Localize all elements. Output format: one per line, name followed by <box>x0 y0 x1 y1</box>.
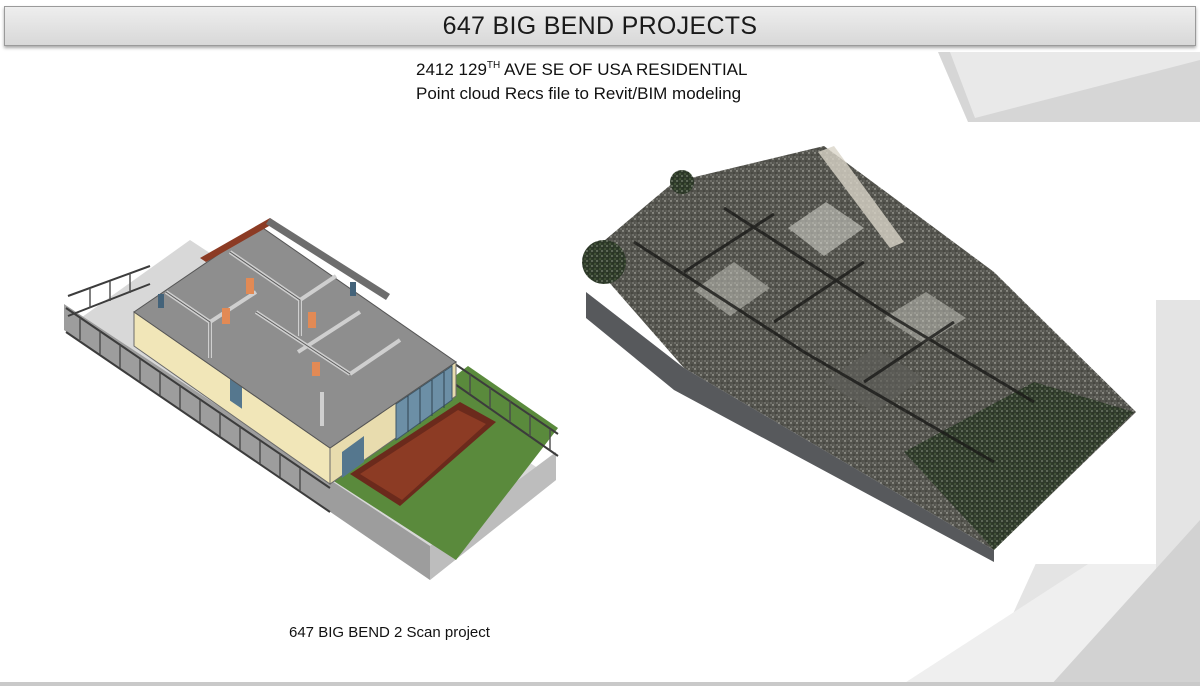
scan-project-caption: 647 BIG BEND 2 Scan project <box>289 624 490 641</box>
slide: 647 BIG BEND PROJECTS 2412 129TH AVE SE … <box>0 0 1200 686</box>
address-superscript: TH <box>486 60 501 71</box>
address-suffix: AVE SE OF USA RESIDENTIAL <box>500 60 748 79</box>
address-prefix: 2412 129 <box>416 60 487 79</box>
point-cloud-panel <box>574 122 1156 564</box>
project-subtitle: 2412 129TH AVE SE OF USA RESIDENTIAL Poi… <box>416 58 747 106</box>
address-line: 2412 129TH AVE SE OF USA RESIDENTIAL <box>416 58 747 82</box>
description-line: Point cloud Recs file to Revit/BIM model… <box>416 84 742 103</box>
point-cloud-image <box>582 146 1136 562</box>
slide-title: 647 BIG BEND PROJECTS <box>442 11 758 40</box>
bottom-border <box>0 682 1200 686</box>
title-bar: 647 BIG BEND PROJECTS <box>4 6 1196 46</box>
revit-model-image <box>64 218 559 580</box>
